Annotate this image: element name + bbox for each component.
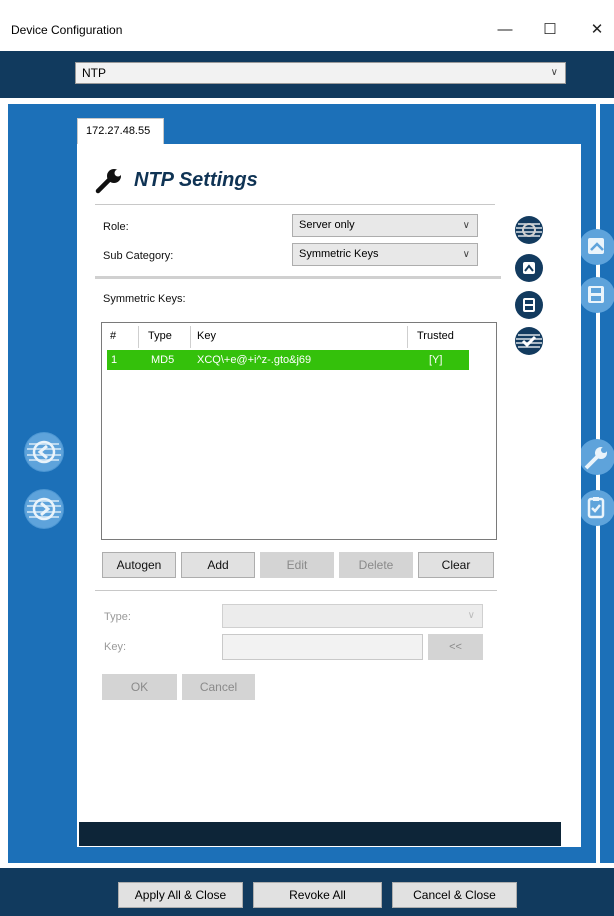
category-value: NTP <box>82 66 106 80</box>
wrench-icon[interactable] <box>578 438 614 476</box>
minimize-button[interactable]: — <box>490 18 520 42</box>
type-label: Type: <box>104 611 131 623</box>
check-icon[interactable] <box>514 326 544 356</box>
maximize-button[interactable]: ☐ <box>535 18 565 42</box>
window-title: Device Configuration <box>11 23 123 37</box>
chevron-down-icon: ∨ <box>462 220 470 231</box>
category-select[interactable]: NTP ∨ <box>75 62 566 84</box>
editor-divider <box>95 590 497 591</box>
autogen-button[interactable]: Autogen <box>102 552 176 578</box>
chevron-down-icon: ∨ <box>462 249 470 260</box>
wrench-icon <box>94 168 126 194</box>
close-button[interactable]: ✕ <box>582 18 612 42</box>
table-row[interactable]: 1 MD5 XCQ\+e@+i^z-.gto&j69 [Y] <box>107 350 469 370</box>
cancel-close-button[interactable]: Cancel & Close <box>392 882 517 908</box>
delete-button[interactable]: Delete <box>339 552 413 578</box>
column-header-number: # <box>110 330 117 342</box>
section-divider <box>95 276 501 279</box>
page-title: NTP Settings <box>134 169 258 191</box>
open-file-icon[interactable] <box>514 253 544 283</box>
clipboard-icon[interactable] <box>578 489 614 527</box>
column-header-key: Key <box>197 330 216 342</box>
edit-button[interactable]: Edit <box>260 552 334 578</box>
key-input[interactable] <box>222 634 423 660</box>
title-divider <box>95 204 495 205</box>
arrow-left-icon[interactable] <box>24 432 64 472</box>
chevron-down-icon: ∨ <box>467 610 475 621</box>
column-separator <box>407 326 408 348</box>
cell-type: MD5 <box>151 354 175 366</box>
save-icon[interactable] <box>578 276 614 314</box>
panel-footer-bar <box>79 822 561 846</box>
type-select[interactable]: ∨ <box>222 604 483 628</box>
subcategory-value: Symmetric Keys <box>299 248 379 260</box>
column-separator <box>138 326 139 348</box>
chevron-down-icon: ∨ <box>550 67 558 78</box>
cell-key: XCQ\+e@+i^z-.gto&j69 <box>197 354 312 366</box>
blue-side-strip <box>600 104 614 863</box>
cell-number: 1 <box>111 354 118 366</box>
symmetric-keys-label: Symmetric Keys: <box>103 293 186 305</box>
revoke-all-button[interactable]: Revoke All <box>253 882 382 908</box>
open-file-icon[interactable] <box>578 228 614 266</box>
column-header-trusted: Trusted <box>417 330 454 342</box>
subcategory-label: Sub Category: <box>103 250 174 262</box>
clear-button[interactable]: Clear <box>418 552 494 578</box>
apply-all-close-button[interactable]: Apply All & Close <box>118 882 243 908</box>
key-label: Key: <box>104 641 127 653</box>
column-separator <box>190 326 191 348</box>
device-tab[interactable]: 172.27.48.55 <box>77 118 164 145</box>
add-button[interactable]: Add <box>181 552 255 578</box>
cell-trusted: [Y] <box>429 354 443 366</box>
refresh-icon[interactable] <box>514 215 544 245</box>
ok-button[interactable]: OK <box>102 674 177 700</box>
save-icon[interactable] <box>514 290 544 320</box>
cancel-button[interactable]: Cancel <box>182 674 255 700</box>
column-header-type: Type <box>148 330 172 342</box>
title-bar: Device Configuration — ☐ ✕ <box>0 0 614 51</box>
keys-table[interactable]: # Type Key Trusted 1 MD5 XCQ\+e@+i^z-.gt… <box>101 322 497 540</box>
subcategory-select[interactable]: Symmetric Keys ∨ <box>292 243 478 266</box>
role-label: Role: <box>103 221 129 233</box>
role-select[interactable]: Server only ∨ <box>292 214 478 237</box>
arrow-right-icon[interactable] <box>24 489 64 529</box>
role-value: Server only <box>299 219 355 231</box>
copy-key-button[interactable]: << <box>428 634 483 660</box>
